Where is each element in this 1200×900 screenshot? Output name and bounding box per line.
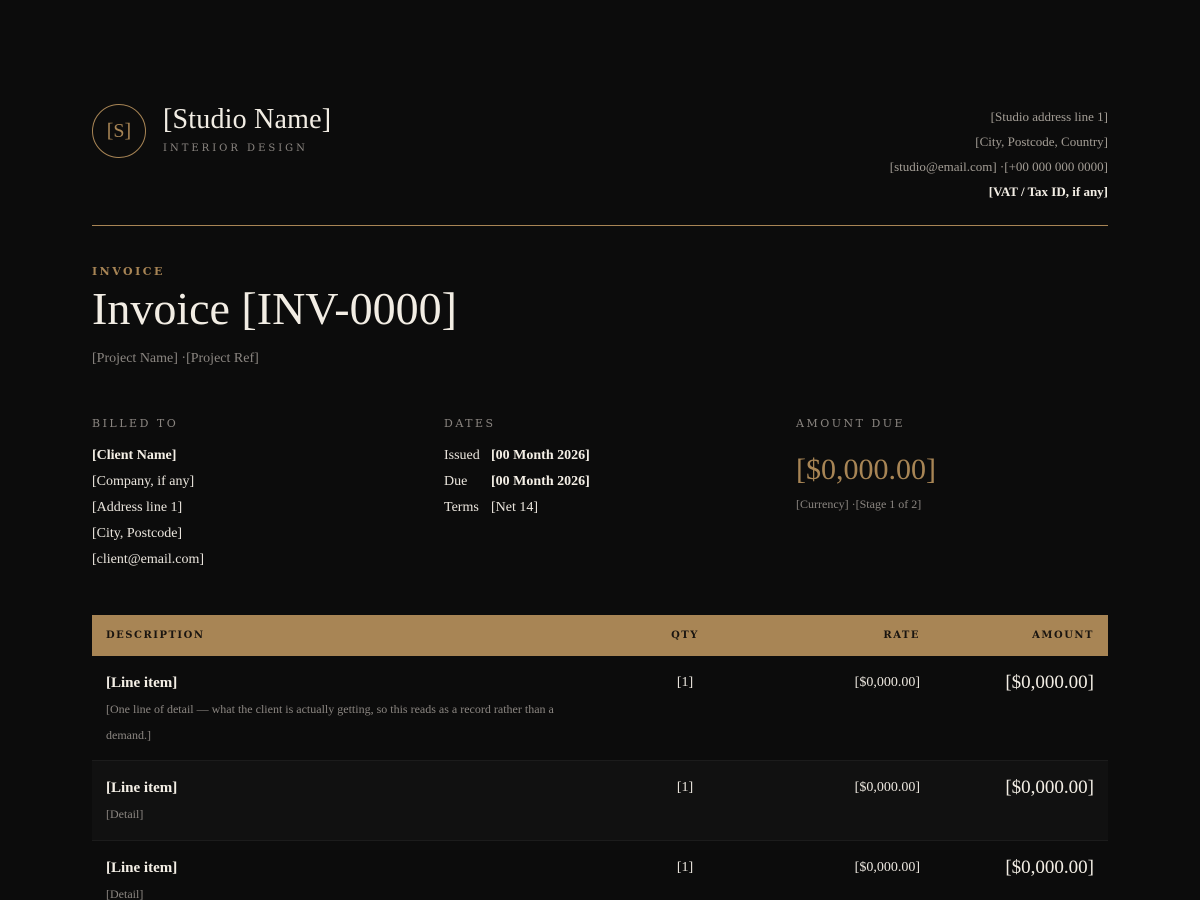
studio-address-line2: [City, Postcode, Country]	[975, 134, 1108, 149]
header-qty: QTY	[671, 630, 699, 641]
item-qty: [1]	[676, 675, 694, 690]
due-value: [00 Month 2026]	[491, 474, 590, 489]
invoice-page: [S] [Studio Name] INTERIOR DESIGN [Studi…	[92, 0, 1108, 900]
item-qty: [1]	[676, 780, 694, 795]
studio-contact: [studio@email.com] ·[+00 000 000 0000]	[889, 159, 1108, 174]
billed-to-section: BILLED TO [Client Name] [Company, if any…	[92, 417, 422, 573]
amount-due-value: [$0,000.00]	[796, 453, 936, 486]
due-label: Due	[444, 474, 468, 489]
item-amount: [$0,000.00]	[1005, 672, 1094, 693]
item-rate: [$0,000.00]	[854, 780, 920, 795]
issued-value: [00 Month 2026]	[491, 448, 590, 463]
billed-to-heading: BILLED TO	[92, 417, 179, 430]
document-label: INVOICE	[92, 265, 165, 278]
document-title: Invoice [INV-0000]	[92, 283, 457, 334]
client-name: [Client Name]	[92, 448, 177, 463]
header-amount: AMOUNT	[1032, 630, 1094, 641]
item-name: [Line item]	[106, 675, 178, 691]
amount-due-heading: AMOUNT DUE	[796, 417, 906, 430]
item-detail: [Detail]	[106, 807, 144, 821]
client-company: [Company, if any]	[92, 474, 195, 489]
studio-tagline: INTERIOR DESIGN	[163, 143, 308, 154]
amount-due-section: AMOUNT DUE [$0,000.00] [Currency] ·[Stag…	[796, 417, 1108, 512]
dates-section: DATES Issued [00 Month 2026] Due [00 Mon…	[444, 417, 774, 521]
client-city: [City, Postcode]	[92, 526, 183, 541]
due-row: Due [00 Month 2026]	[444, 469, 774, 495]
terms-label: Terms	[444, 500, 479, 515]
item-qty: [1]	[676, 860, 694, 875]
table-header: DESCRIPTION QTY RATE AMOUNT	[92, 615, 1108, 656]
studio-tax-id: [VAT / Tax ID, if any]	[988, 184, 1108, 199]
item-name: [Line item]	[106, 780, 178, 796]
issued-label: Issued	[444, 448, 480, 463]
item-detail: [One line of detail — what the client is…	[106, 702, 554, 742]
studio-logo-initial: [S]	[106, 119, 132, 142]
document-subtitle: [Project Name] ·[Project Ref]	[92, 351, 259, 366]
amount-due-meta: [Currency] ·[Stage 1 of 2]	[796, 497, 922, 511]
terms-row: Terms [Net 14]	[444, 495, 774, 521]
table-row: [Line item] [Detail] [1] [$0,000.00] [$0…	[92, 761, 1108, 841]
item-amount: [$0,000.00]	[1005, 777, 1094, 798]
item-rate: [$0,000.00]	[854, 675, 920, 690]
dates-heading: DATES	[444, 417, 496, 430]
studio-name: [Studio Name]	[163, 104, 332, 135]
client-address-line1: [Address line 1]	[92, 500, 183, 515]
invoice-header: [S] [Studio Name] INTERIOR DESIGN [Studi…	[92, 96, 1108, 226]
table-row: [Line item] [One line of detail — what t…	[92, 656, 1108, 761]
issued-row: Issued [00 Month 2026]	[444, 443, 774, 469]
studio-address: [Studio address line 1] [City, Postcode,…	[890, 104, 1108, 204]
header-rate: RATE	[883, 630, 920, 641]
item-name: [Line item]	[106, 860, 178, 876]
table-row: [Line item] [Detail] [1] [$0,000.00] [$0…	[92, 841, 1108, 900]
studio-address-line1: [Studio address line 1]	[990, 109, 1108, 124]
client-email: [client@email.com]	[92, 552, 205, 567]
item-rate: [$0,000.00]	[854, 860, 920, 875]
line-items-table: DESCRIPTION QTY RATE AMOUNT [Line item] …	[92, 615, 1108, 900]
item-amount: [$0,000.00]	[1005, 857, 1094, 878]
studio-logo: [S]	[92, 104, 146, 158]
header-description: DESCRIPTION	[106, 630, 205, 641]
terms-value: [Net 14]	[491, 500, 539, 515]
item-detail: [Detail]	[106, 887, 144, 900]
